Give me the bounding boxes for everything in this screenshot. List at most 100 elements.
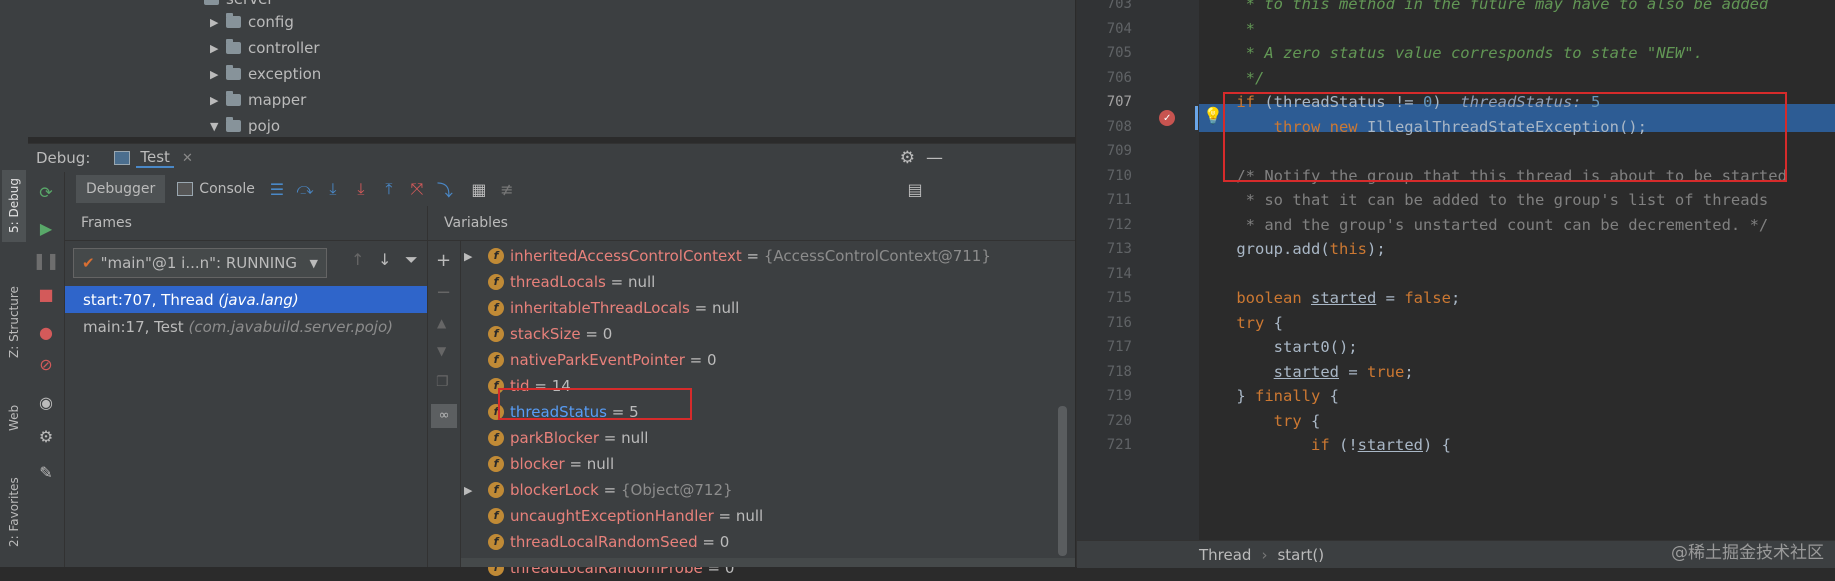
tool-tab-web-label: Web [7, 404, 21, 432]
minimize-icon[interactable]: — [926, 148, 943, 168]
code-token: boolean [1199, 289, 1311, 307]
variable-separator: = [599, 429, 622, 447]
code-token: * [1199, 19, 1255, 38]
tree-node-controller[interactable]: ▶ controller [210, 35, 320, 61]
stop-icon[interactable]: ■ [34, 282, 58, 306]
filter-icon[interactable]: ⏷ [405, 250, 418, 270]
arrow-down-icon[interactable]: ↓ [378, 250, 391, 269]
code-token: false [1404, 289, 1451, 307]
breadcrumb-method[interactable]: start() [1277, 546, 1324, 564]
variable-name: stackSize [510, 325, 581, 343]
line-number: 719 [1106, 388, 1132, 404]
chevron-right-icon[interactable]: ▶ [464, 484, 472, 497]
line-number: 707 [1106, 94, 1132, 110]
copy-icon[interactable]: ❐ [436, 374, 449, 390]
trace-icon[interactable]: ≢ [493, 175, 521, 203]
variable-row[interactable]: ▶ f inheritedAccessControlContext = {Acces… [464, 243, 991, 269]
tab-debugger[interactable]: Debugger [76, 175, 166, 203]
tree-node-mapper[interactable]: ▶ mapper [210, 87, 306, 113]
line-number: 716 [1106, 314, 1132, 331]
tree-node-label: config [248, 13, 294, 31]
resume-icon[interactable]: ▶ [34, 216, 58, 240]
thread-select[interactable]: ✔ "main"@1 i...n": RUNNING ▼ [73, 248, 327, 278]
variable-row[interactable]: ▶ f blockerLock = {Object@712} [464, 477, 733, 503]
variable-row[interactable]: f blocker = null [488, 451, 614, 477]
force-step-into-icon[interactable]: ⤓ [347, 175, 375, 203]
project-tree: server ▶ config ▶ controller ▶ exception ▶ m… [28, 0, 1075, 137]
layout-icon[interactable]: ▤ [901, 175, 929, 203]
menu-icon[interactable]: ☰ [263, 175, 291, 203]
watches-glasses-icon[interactable]: ∞ [431, 404, 457, 428]
chevron-down-icon[interactable]: ▼ [210, 120, 226, 133]
frame-row[interactable]: start:707, Thread (java.lang) [65, 286, 427, 313]
drop-frame-icon[interactable]: ⤧ [403, 175, 431, 203]
settings-icon[interactable]: ⚙ [34, 424, 58, 448]
frame-method: start:707, Thread [83, 290, 214, 309]
code-token: */ [1199, 68, 1265, 87]
variable-value: null [586, 455, 615, 473]
step-out-icon[interactable]: ⤒ [375, 175, 403, 203]
pin-icon[interactable]: ✎ [34, 460, 58, 484]
move-down-icon[interactable]: ▼ [437, 344, 446, 358]
tool-tab-structure[interactable]: Z: Structure [2, 272, 26, 372]
caret-marker [1195, 106, 1198, 130]
camera-icon[interactable]: ◉ [34, 390, 58, 414]
step-into-icon[interactable]: ⤓ [319, 175, 347, 203]
evaluate-icon[interactable]: ▦ [465, 175, 493, 203]
variable-name: uncaughtExceptionHandler [510, 507, 714, 525]
variable-row[interactable]: f threadLocals = null [488, 269, 655, 295]
mute-breakpoints-icon[interactable]: ⊘ [34, 352, 58, 376]
debug-session-tab[interactable]: Test [136, 148, 174, 168]
code-token: * to this method in the future may have … [1199, 0, 1769, 13]
remove-icon[interactable]: − [436, 282, 451, 303]
variable-value: null [627, 273, 656, 291]
tree-node-config[interactable]: ▶ config [210, 9, 294, 35]
field-icon: f [488, 482, 504, 498]
tree-node-exception[interactable]: ▶ exception [210, 61, 321, 87]
variable-row[interactable]: f parkBlocker = null [488, 425, 648, 451]
horizontal-scrollbar[interactable] [461, 558, 1075, 567]
rerun-icon[interactable]: ⟳ [34, 180, 58, 204]
pause-icon[interactable]: ❚❚ [33, 248, 60, 272]
frame-row[interactable]: main:17, Test (com.javabuild.server.pojo… [65, 313, 427, 340]
vertical-scrollbar[interactable] [1058, 406, 1067, 556]
line-number: 714 [1106, 265, 1132, 282]
chevron-right-icon[interactable]: ▶ [210, 68, 226, 81]
variable-row[interactable]: f uncaughtExceptionHandler = null [488, 503, 763, 529]
tool-tab-structure-label: Z: Structure [7, 286, 21, 358]
variable-row[interactable]: f inheritableThreadLocals = null [488, 295, 739, 321]
variable-name: nativeParkEventPointer [510, 351, 685, 369]
arrow-up-icon[interactable]: ↑ [351, 250, 364, 269]
view-breakpoints-icon[interactable]: ● [34, 320, 58, 344]
step-over-icon[interactable]: ⤼ [291, 175, 319, 203]
chevron-right-icon[interactable]: ▶ [464, 250, 472, 263]
add-icon[interactable]: + [436, 250, 451, 271]
folder-icon [226, 65, 241, 80]
chevron-right-icon[interactable]: ▶ [210, 16, 226, 29]
run-config-icon [114, 151, 131, 165]
tab-console[interactable]: Console [177, 181, 255, 197]
annotation-box-code [1223, 92, 1787, 182]
code-editor[interactable]: 703 704 705 706 707 708 709 710 711 712 713 714 715 7… [1076, 0, 1835, 568]
chevron-right-icon[interactable]: ▶ [210, 42, 226, 55]
code-token: { [1329, 387, 1339, 405]
tool-tab-web[interactable]: Web [2, 392, 26, 444]
field-icon: f [488, 534, 504, 550]
code-token: { [1310, 411, 1321, 430]
gear-icon[interactable]: ⚙ [900, 148, 915, 168]
variable-row[interactable]: f threadLocalRandomSeed = 0 [488, 529, 729, 555]
move-up-icon[interactable]: ▲ [437, 316, 446, 330]
tool-tab-debug[interactable]: 5: Debug [2, 170, 26, 242]
lightbulb-icon[interactable]: 💡 [1203, 106, 1223, 125]
field-icon: f [488, 248, 504, 264]
tool-tab-favorites[interactable]: 2: Favorites [2, 462, 26, 562]
frames-panel: Frames ✔ "main"@1 i...n": RUNNING ▼ ↑ ↓ … [65, 206, 428, 567]
variable-row[interactable]: f nativeParkEventPointer = 0 [488, 347, 717, 373]
variable-row[interactable]: f stackSize = 0 [488, 321, 612, 347]
chevron-right-icon[interactable]: ▶ [210, 94, 226, 107]
tree-node-pojo[interactable]: ▼ pojo [210, 113, 280, 139]
run-to-cursor-icon[interactable]: ⤵ [431, 175, 459, 203]
variable-name: blockerLock [510, 481, 599, 499]
breadcrumb-class[interactable]: Thread [1199, 546, 1251, 564]
close-icon[interactable]: ✕ [182, 151, 193, 166]
